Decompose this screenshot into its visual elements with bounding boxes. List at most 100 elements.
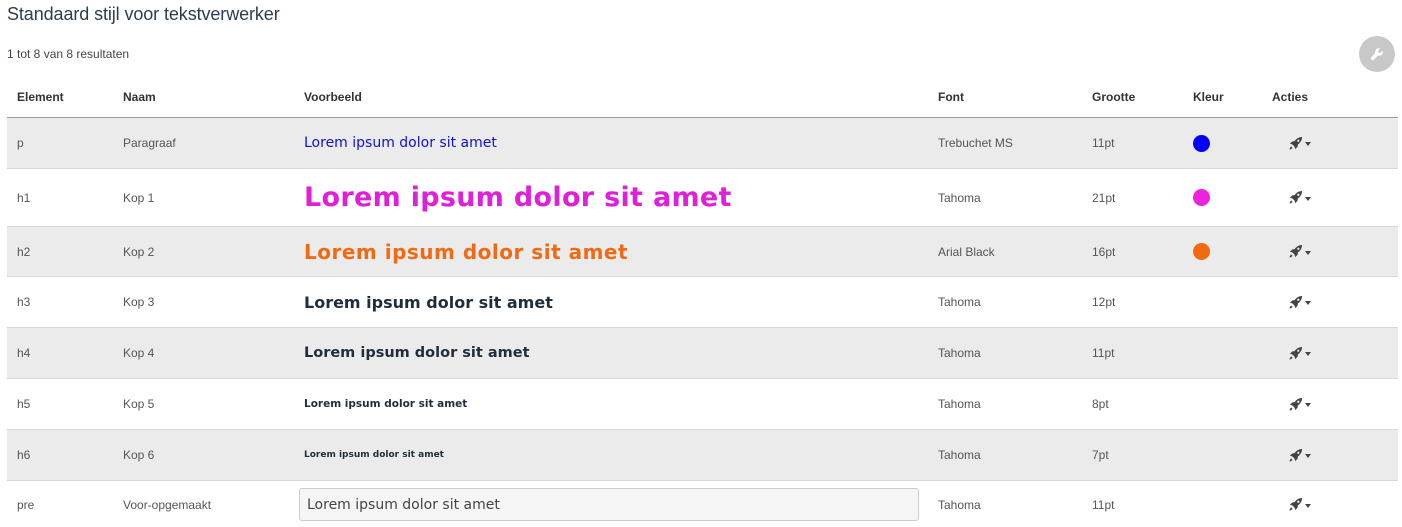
- example-text: Lorem ipsum dolor sit amet: [304, 345, 530, 361]
- cell-name: Kop 4: [123, 346, 155, 360]
- table-row: h4 Kop 4 Lorem ipsum dolor sit amet Taho…: [7, 328, 1398, 379]
- chevron-down-icon: [1305, 142, 1311, 146]
- cell-element: p: [17, 136, 24, 150]
- cell-size: 16pt: [1092, 244, 1116, 259]
- actions-dropdown-button[interactable]: [1288, 397, 1311, 412]
- color-swatch: [1193, 134, 1210, 152]
- rocket-icon: [1289, 346, 1303, 359]
- cell-actions: [1288, 430, 1311, 480]
- example-text: Lorem ipsum dolor sit amet: [304, 450, 444, 460]
- rocket-icon: [1289, 136, 1303, 149]
- column-header-name[interactable]: Naam: [123, 78, 156, 117]
- cell-element: h2: [17, 244, 31, 259]
- cell-element: h1: [17, 190, 31, 205]
- cell-element: h5: [17, 397, 31, 411]
- cell-color: [1193, 169, 1210, 226]
- rocket-icon: [1289, 295, 1303, 308]
- cell-size: 11pt: [1092, 497, 1115, 512]
- cell-size: 11pt: [1092, 136, 1115, 150]
- cell-example: Lorem ipsum dolor sit amet: [304, 277, 553, 327]
- cell-color: [1193, 118, 1210, 168]
- cell-element: h6: [17, 448, 31, 462]
- table-header: Element Naam Voorbeeld Font Grootte Kleu…: [7, 78, 1398, 118]
- cell-font: Tahoma: [938, 397, 981, 411]
- cell-name: Kop 2: [123, 244, 155, 259]
- column-header-size[interactable]: Grootte: [1092, 78, 1135, 117]
- rocket-icon: [1289, 244, 1303, 258]
- wrench-icon: [1370, 48, 1383, 61]
- column-header-color[interactable]: Kleur: [1193, 78, 1224, 117]
- actions-dropdown-button[interactable]: [1288, 136, 1311, 151]
- column-header-example[interactable]: Voorbeeld: [304, 78, 362, 117]
- cell-color: [1193, 227, 1210, 276]
- rocket-icon: [1289, 190, 1303, 204]
- table-row: p Paragraaf Lorem ipsum dolor sit amet T…: [7, 118, 1398, 169]
- cell-size: 21pt: [1092, 190, 1116, 205]
- table-row: h1 Kop 1 Lorem ipsum dolor sit amet Taho…: [7, 169, 1398, 227]
- column-header-actions: Acties: [1272, 90, 1309, 104]
- cell-example: Lorem ipsum dolor sit amet: [304, 430, 444, 480]
- cell-example: Lorem ipsum dolor sit amet: [304, 227, 628, 276]
- column-header-element[interactable]: Element: [17, 78, 64, 117]
- cell-element: h3: [17, 295, 31, 309]
- chevron-down-icon: [1305, 454, 1311, 458]
- cell-font: Tahoma: [938, 295, 981, 309]
- cell-size: 8pt: [1092, 397, 1109, 411]
- result-count: 1 tot 8 van 8 resultaten: [7, 47, 130, 61]
- actions-dropdown-button[interactable]: [1288, 346, 1311, 361]
- cell-size: 12pt: [1092, 295, 1116, 309]
- actions-dropdown-button[interactable]: [1288, 244, 1311, 259]
- column-header-font[interactable]: Font: [938, 78, 964, 117]
- rocket-icon: [1289, 497, 1303, 511]
- cell-name: Kop 6: [123, 448, 155, 462]
- chevron-down-icon: [1305, 250, 1311, 255]
- actions-dropdown-button[interactable]: [1288, 190, 1311, 205]
- cell-name: Kop 3: [123, 295, 155, 309]
- cell-actions: [1288, 169, 1311, 226]
- cell-name: Kop 1: [123, 190, 155, 205]
- color-swatch: [1193, 243, 1210, 260]
- cell-actions: [1288, 227, 1311, 276]
- cell-font: Tahoma: [938, 448, 981, 462]
- cell-size: 7pt: [1092, 448, 1109, 462]
- page-title: Standaard stijl voor tekstverwerker: [7, 4, 280, 24]
- cell-element: pre: [17, 497, 35, 512]
- cell-example: Lorem ipsum dolor sit amet: [304, 379, 467, 429]
- cell-example: Lorem ipsum dolor sit amet: [299, 481, 919, 527]
- settings-button[interactable]: [1359, 36, 1395, 72]
- table-row: h2 Kop 2 Lorem ipsum dolor sit amet Aria…: [7, 227, 1398, 277]
- cell-font: Tahoma: [938, 497, 981, 512]
- table-row: h5 Kop 5 Lorem ipsum dolor sit amet Taho…: [7, 379, 1398, 430]
- example-text: Lorem ipsum dolor sit amet: [304, 292, 553, 312]
- cell-name: Paragraaf: [123, 136, 176, 150]
- chevron-down-icon: [1305, 301, 1311, 305]
- table-row: pre Voor-opgemaakt Lorem ipsum dolor sit…: [7, 481, 1398, 527]
- cell-actions: [1288, 277, 1311, 327]
- example-text: Lorem ipsum dolor sit amet: [304, 135, 497, 151]
- chevron-down-icon: [1305, 196, 1311, 201]
- actions-dropdown-button[interactable]: [1288, 497, 1311, 512]
- cell-actions: [1288, 379, 1311, 429]
- example-text: Lorem ipsum dolor sit amet: [304, 239, 629, 264]
- cell-font: Arial Black: [938, 244, 995, 259]
- cell-font: Tahoma: [938, 190, 981, 205]
- table-row: h3 Kop 3 Lorem ipsum dolor sit amet Taho…: [7, 277, 1398, 328]
- cell-font: Trebuchet MS: [938, 136, 1013, 150]
- actions-dropdown-button[interactable]: [1288, 295, 1311, 310]
- cell-actions: [1288, 118, 1311, 168]
- example-text: Lorem ipsum dolor sit amet: [304, 182, 732, 213]
- cell-element: h4: [17, 346, 31, 360]
- rocket-icon: [1289, 448, 1303, 461]
- chevron-down-icon: [1305, 503, 1311, 508]
- cell-actions: [1288, 328, 1311, 378]
- cell-size: 11pt: [1092, 346, 1115, 360]
- rocket-icon: [1289, 397, 1303, 410]
- actions-dropdown-button[interactable]: [1288, 448, 1311, 463]
- chevron-down-icon: [1305, 352, 1311, 356]
- cell-name: Kop 5: [123, 397, 155, 411]
- cell-name: Voor-opgemaakt: [123, 497, 212, 512]
- cell-font: Tahoma: [938, 346, 981, 360]
- example-text: Lorem ipsum dolor sit amet: [299, 488, 919, 521]
- cell-example: Lorem ipsum dolor sit amet: [304, 118, 497, 168]
- color-swatch: [1193, 189, 1210, 206]
